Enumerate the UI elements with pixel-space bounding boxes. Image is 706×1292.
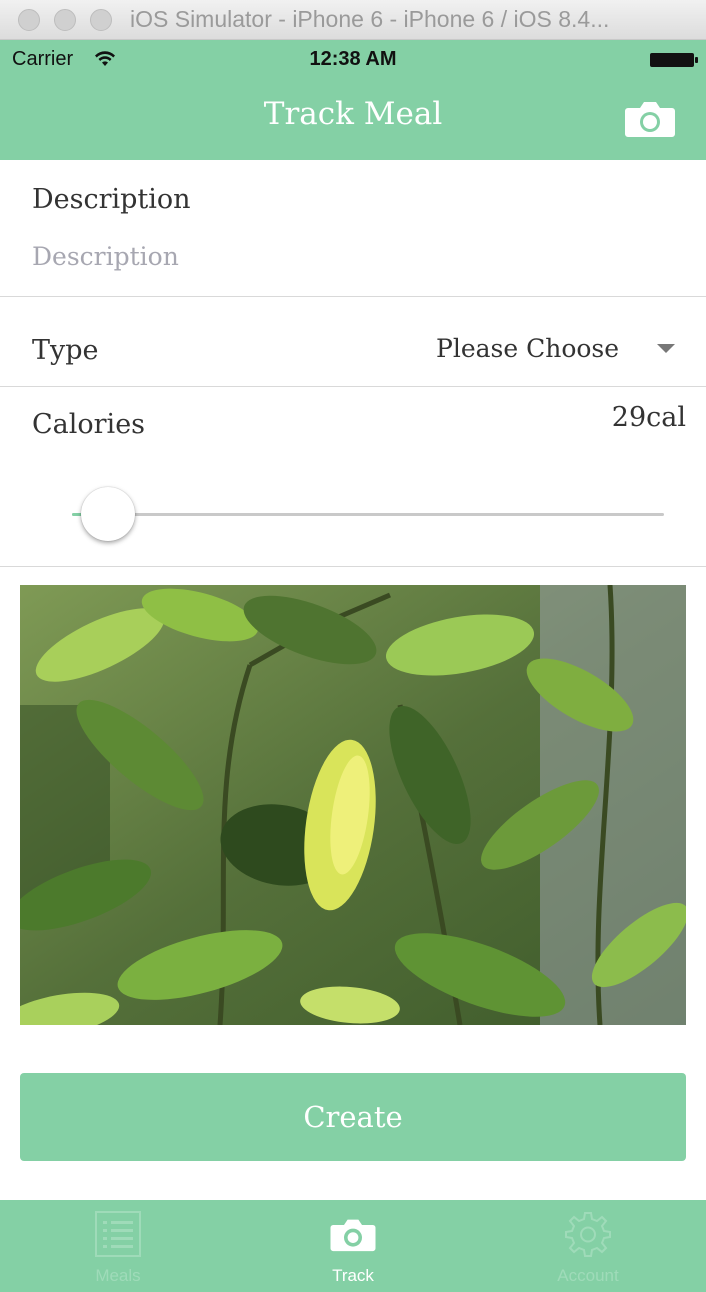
window-close-button[interactable] bbox=[18, 9, 40, 31]
type-row[interactable]: Type Please Choose bbox=[0, 297, 706, 387]
calories-slider[interactable] bbox=[72, 487, 664, 543]
description-row: Description bbox=[0, 160, 706, 297]
tab-account[interactable]: Account bbox=[470, 1200, 706, 1292]
page-title: Track Meal bbox=[263, 96, 443, 132]
tab-account-label: Account bbox=[557, 1266, 619, 1285]
window-title: iOS Simulator - iPhone 6 - iPhone 6 / iO… bbox=[130, 6, 610, 32]
list-icon bbox=[95, 1211, 141, 1257]
tab-track-label: Track bbox=[332, 1266, 374, 1285]
simulator-titlebar: iOS Simulator - iPhone 6 - iPhone 6 / iO… bbox=[0, 0, 706, 40]
type-label: Type bbox=[32, 335, 99, 366]
status-bar: Carrier 12:38 AM bbox=[0, 40, 706, 80]
camera-button[interactable] bbox=[624, 98, 676, 138]
tab-bar: Meals Track Account bbox=[0, 1200, 706, 1292]
tab-meals[interactable]: Meals bbox=[0, 1200, 236, 1292]
slider-thumb[interactable] bbox=[81, 487, 135, 541]
meal-photo bbox=[20, 585, 686, 1025]
status-time: 12:38 AM bbox=[309, 48, 397, 70]
calories-value: 29cal bbox=[611, 402, 686, 433]
gear-icon bbox=[565, 1212, 611, 1257]
chevron-down-icon[interactable] bbox=[657, 344, 675, 353]
tab-meals-label: Meals bbox=[95, 1266, 141, 1285]
battery-icon bbox=[650, 53, 698, 67]
window-minimize-button[interactable] bbox=[54, 9, 76, 31]
create-button[interactable]: Create bbox=[20, 1073, 686, 1161]
slider-track bbox=[72, 513, 664, 516]
calories-row: Calories 29cal bbox=[0, 387, 706, 567]
leaves-image bbox=[20, 585, 686, 1025]
calories-label: Calories bbox=[32, 409, 146, 440]
window-zoom-button[interactable] bbox=[90, 9, 112, 31]
tab-track[interactable]: Track bbox=[235, 1200, 471, 1292]
camera-icon bbox=[330, 1219, 376, 1252]
phone-screen: Carrier 12:38 AM Track Meal Description … bbox=[0, 40, 706, 1292]
description-input[interactable] bbox=[32, 238, 672, 274]
type-select[interactable]: Please Choose bbox=[436, 334, 619, 363]
nav-header: Carrier 12:38 AM Track Meal bbox=[0, 40, 706, 160]
description-label: Description bbox=[32, 184, 191, 215]
